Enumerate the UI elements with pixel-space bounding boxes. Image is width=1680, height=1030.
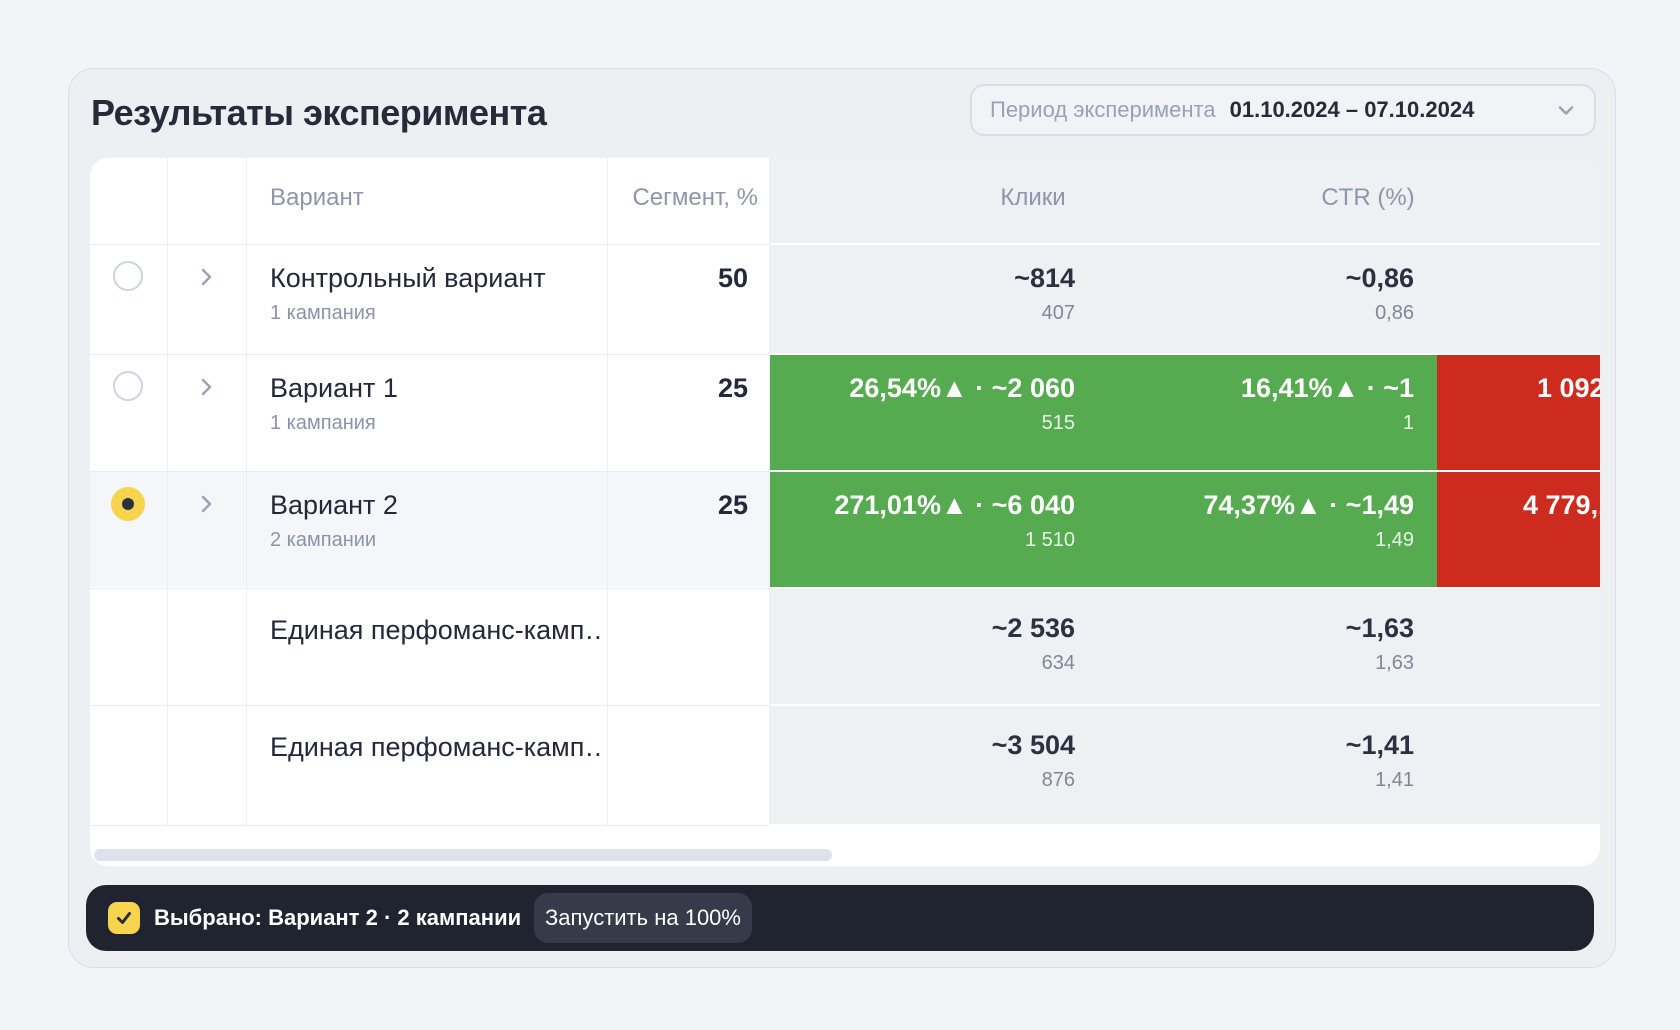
row-radio-control-variant[interactable] xyxy=(113,261,143,291)
ctr-subvalue: 1,63 xyxy=(1114,649,1414,677)
ctr-cell: ~0,86 0,86 xyxy=(1114,261,1414,327)
clicks-cell: 271,01%▲ · ~6 040 1 510 xyxy=(775,488,1075,554)
period-label: Период эксперимента xyxy=(990,97,1216,123)
chevron-down-icon xyxy=(1554,98,1578,122)
ctr-value: 74,37%▲ · ~1,49 xyxy=(1114,488,1414,522)
column-divider xyxy=(769,158,770,825)
ctr-value: ~1,63 xyxy=(1114,611,1414,645)
ctr-cell: ~1,63 1,63 xyxy=(1114,611,1414,677)
ctr-subvalue: 1 xyxy=(1114,409,1414,437)
horizontal-scrollbar-thumb[interactable] xyxy=(94,849,832,861)
segment-value: 25 xyxy=(607,488,748,522)
ctr-subvalue: 1,49 xyxy=(1114,526,1414,554)
clicks-subvalue: 1 510 xyxy=(775,526,1075,554)
campaign-name: Единая перфоманс-камп… xyxy=(270,613,600,647)
clicks-value: ~2 536 xyxy=(775,611,1075,645)
clicks-cell: 26,54%▲ · ~2 060 515 xyxy=(775,371,1075,437)
variant-name: Контрольный вариант xyxy=(270,261,546,295)
ctr-value: ~0,86 xyxy=(1114,261,1414,295)
row-divider xyxy=(90,244,769,245)
ctr-value: ~1,41 xyxy=(1114,728,1414,762)
selection-summary: Выбрано: Вариант 2 · 2 кампании xyxy=(154,885,521,951)
clicks-value: ~3 504 xyxy=(775,728,1075,762)
column-header-variant: Вариант xyxy=(270,181,364,215)
selection-checkbox[interactable] xyxy=(108,902,140,934)
ctr-value: 16,41%▲ · ~1 xyxy=(1114,371,1414,405)
column-header-ctr: CTR (%) xyxy=(1218,181,1518,215)
selection-action-bar: Выбрано: Вариант 2 · 2 кампании Запустит… xyxy=(86,885,1594,951)
page-title: Результаты эксперимента xyxy=(91,92,546,134)
ctr-cell: 16,41%▲ · ~1 1 xyxy=(1114,371,1414,437)
row-divider xyxy=(90,825,769,826)
column-divider xyxy=(167,158,168,825)
variant-name: Вариант 2 xyxy=(270,488,398,522)
clicks-cell: ~2 536 634 xyxy=(775,611,1075,677)
ctr-cell: ~1,41 1,41 xyxy=(1114,728,1414,794)
variant-campaigns: 1 кампания xyxy=(270,409,376,437)
ctr-subvalue: 0,86 xyxy=(1114,299,1414,327)
row-radio-variant-2-selected[interactable] xyxy=(111,487,145,521)
row-radio-variant-1[interactable] xyxy=(113,371,143,401)
clicks-cell: ~3 504 876 xyxy=(775,728,1075,794)
clicks-cell: ~814 407 xyxy=(775,261,1075,327)
segment-value: 50 xyxy=(607,261,748,295)
offscreen-metric-value: 4 779,1 xyxy=(1523,488,1600,522)
variant-campaigns: 2 кампании xyxy=(270,526,376,554)
clicks-subvalue: 407 xyxy=(775,299,1075,327)
column-divider xyxy=(246,158,247,825)
ctr-subvalue: 1,41 xyxy=(1114,766,1414,794)
clicks-value: 26,54%▲ · ~2 060 xyxy=(775,371,1075,405)
segment-value: 25 xyxy=(607,371,748,405)
column-header-segment: Сегмент, % xyxy=(607,181,758,215)
results-table: Вариант Сегмент, % Клики CTR (%) Контрол… xyxy=(90,158,1600,866)
campaign-name: Единая перфоманс-камп… xyxy=(270,730,600,764)
column-divider xyxy=(607,158,608,825)
ctr-cell: 74,37%▲ · ~1,49 1,49 xyxy=(1114,488,1414,554)
chevron-right-icon[interactable] xyxy=(194,265,218,289)
row-divider xyxy=(90,354,769,355)
clicks-value: ~814 xyxy=(775,261,1075,295)
row-divider xyxy=(90,588,769,589)
experiment-period-selector[interactable]: Период эксперимента 01.10.2024 – 07.10.2… xyxy=(970,84,1596,136)
chevron-right-icon[interactable] xyxy=(194,492,218,516)
period-value: 01.10.2024 – 07.10.2024 xyxy=(1230,97,1475,123)
clicks-subvalue: 634 xyxy=(775,649,1075,677)
clicks-subvalue: 515 xyxy=(775,409,1075,437)
column-header-clicks: Клики xyxy=(883,181,1183,215)
row-divider xyxy=(90,471,769,472)
clicks-subvalue: 876 xyxy=(775,766,1075,794)
variant-name: Вариант 1 xyxy=(270,371,398,405)
variant-campaigns: 1 кампания xyxy=(270,299,376,327)
chevron-right-icon[interactable] xyxy=(194,375,218,399)
offscreen-metric-value: 1 092 xyxy=(1537,371,1600,405)
clicks-value: 271,01%▲ · ~6 040 xyxy=(775,488,1075,522)
launch-100-percent-button[interactable]: Запустить на 100% xyxy=(534,893,752,943)
radio-dot xyxy=(122,498,134,510)
row-divider xyxy=(90,705,769,706)
